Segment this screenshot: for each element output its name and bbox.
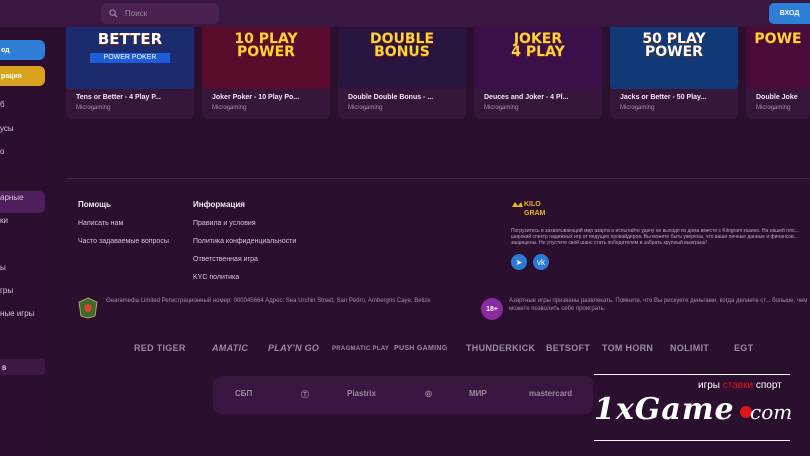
gambling-warning: Азартные игры призваны развлекать. Помни…: [509, 298, 808, 312]
watermark-line-top: [594, 374, 790, 375]
game-provider: Microgaming: [348, 105, 383, 111]
game-provider: Microgaming: [76, 105, 111, 111]
help-link-faq[interactable]: Часто задаваемые вопросы: [78, 238, 169, 245]
payment-logo: Piastrix: [347, 389, 376, 398]
provider-logo: PRAGMATIC PLAY: [332, 346, 390, 352]
sidebar-item-3[interactable]: о: [0, 147, 4, 156]
game-title: Double Double Bonus - ...: [348, 94, 434, 101]
game-provider: Microgaming: [756, 105, 791, 111]
provider-logo: BETSOFT: [546, 343, 591, 353]
provider-logo: NOLIMIT: [670, 343, 710, 353]
provider-logos: RED TIGER AMATIC PLAY'N GO PRAGMATIC PLA…: [134, 339, 810, 361]
game-art-text: 50 PLAY POWER: [642, 31, 706, 60]
game-thumbnail: DOUBLE BONUS: [338, 27, 466, 89]
sidebar-item-6[interactable]: ы: [0, 263, 6, 272]
info-link-terms[interactable]: Правила и условия: [193, 220, 256, 227]
vk-icon[interactable]: vk: [533, 254, 549, 270]
sidebar-item-2[interactable]: усы: [0, 124, 14, 133]
provider-logo: AMATIC: [212, 343, 249, 353]
game-card[interactable]: BETTER POWER POKER Tens or Better - 4 Pla…: [66, 27, 194, 119]
game-title: Tens or Better - 4 Play P...: [76, 94, 161, 101]
license-text: Gearamedia Limited Регистрационный номер…: [106, 298, 431, 304]
sidebar: од рация б усы о арные ки ы гры ные игры…: [0, 27, 48, 456]
provider-logo: EGT: [734, 343, 754, 353]
kilogram-logo: KILO GRAM: [511, 200, 549, 222]
info-link-privacy[interactable]: Политика конфиденциальности: [193, 238, 296, 245]
game-title: Deuces and Joker - 4 Pl...: [484, 94, 569, 101]
about-text: Погрузитесь в захватывающий мир азарта и…: [511, 228, 799, 246]
sidebar-item-5[interactable]: ки: [0, 216, 8, 225]
game-provider: Microgaming: [620, 105, 655, 111]
game-art-text: JOKER 4 PLAY: [511, 31, 565, 60]
logo-text: KILO GRAM: [524, 201, 546, 217]
sidebar-item-1[interactable]: б: [0, 100, 5, 109]
provider-logo: PLAY'N GO: [268, 343, 320, 353]
watermark-com: com: [750, 400, 793, 424]
game-art-text: 10 PLAY POWER: [234, 31, 298, 60]
watermark-tag-games: игры: [698, 380, 723, 391]
sidebar-login-button[interactable]: од: [0, 40, 45, 60]
info-link-kyc[interactable]: KYC политика: [193, 274, 239, 281]
provider-logo: THUNDERKICK: [466, 343, 536, 353]
info-heading: Информация: [193, 200, 245, 209]
game-card[interactable]: POWE Double Joke Microgaming: [746, 27, 810, 119]
search-box[interactable]: Поиск: [101, 3, 219, 24]
shield-t-icon: Ⓣ: [301, 390, 309, 399]
watermark-tag-bets: ставки: [722, 380, 754, 391]
login-button[interactable]: ВХОД: [769, 3, 810, 24]
sidebar-item-4[interactable]: арные: [0, 193, 24, 202]
watermark-tag-sport: спорт: [753, 380, 782, 391]
game-provider: Microgaming: [484, 105, 519, 111]
game-card[interactable]: DOUBLE BONUS Double Double Bonus - ... Mi…: [338, 27, 466, 119]
provider-logo: TOM HORN: [602, 343, 654, 353]
game-title: Joker Poker - 10 Play Po...: [212, 94, 300, 101]
game-card[interactable]: 10 PLAY POWER Joker Poker - 10 Play Po...…: [202, 27, 330, 119]
language-select[interactable]: в: [0, 359, 45, 375]
provider-logo: RED TIGER: [134, 343, 186, 353]
watermark: игры ставки спорт 1xGame com: [580, 366, 810, 456]
game-thumbnail: JOKER 4 PLAY: [474, 27, 602, 89]
game-title: Double Joke: [756, 94, 798, 101]
top-bar: Поиск ВХОД: [0, 0, 810, 27]
game-card[interactable]: 50 PLAY POWER Jacks or Better - 50 Play..…: [610, 27, 738, 119]
age-badge: 18+: [481, 298, 503, 320]
footer-divider: [66, 178, 810, 179]
watermark-tagline: игры ставки спорт: [698, 380, 782, 391]
payment-logo: mastercard: [529, 389, 573, 398]
telegram-icon[interactable]: ➤: [511, 254, 527, 270]
payment-logo: МИР: [469, 389, 487, 398]
payment-methods: СБП Ⓣ Piastrix ◎ МИР mastercard: [213, 376, 593, 414]
game-thumbnail: BETTER POWER POKER: [66, 27, 194, 89]
game-thumbnail: 10 PLAY POWER: [202, 27, 330, 89]
payment-logo: СБП: [235, 389, 253, 398]
game-card[interactable]: JOKER 4 PLAY Deuces and Joker - 4 Pl... M…: [474, 27, 602, 119]
sidebar-item-8[interactable]: ные игры: [0, 309, 34, 318]
game-art-subtext: POWER POKER: [90, 53, 170, 63]
search-icon: [109, 9, 118, 18]
help-link-contact[interactable]: Написать нам: [78, 220, 123, 227]
game-art-text: DOUBLE BONUS: [369, 31, 435, 60]
sidebar-register-button[interactable]: рация: [0, 66, 45, 86]
game-title: Jacks or Better - 50 Play...: [620, 94, 707, 101]
watermark-brand: 1xGame: [594, 392, 735, 427]
sidebar-item-7[interactable]: гры: [0, 286, 13, 295]
game-art-text: BETTER: [97, 30, 163, 48]
info-link-responsible[interactable]: Ответственная игра: [193, 256, 258, 263]
game-provider: Microgaming: [212, 105, 247, 111]
language-select-value: в: [2, 362, 7, 372]
provider-logo: PUSH GAMING: [394, 345, 448, 352]
watermark-line-bottom: [594, 440, 790, 441]
search-input[interactable]: Поиск: [125, 9, 147, 18]
license-seal-icon[interactable]: [78, 297, 98, 319]
check-circle-icon: ◎: [425, 389, 432, 398]
game-thumbnail: 50 PLAY POWER: [610, 27, 738, 89]
game-thumbnail: POWE: [746, 27, 810, 89]
help-heading: Помощь: [78, 200, 111, 209]
game-art-text: POWE: [754, 31, 802, 47]
